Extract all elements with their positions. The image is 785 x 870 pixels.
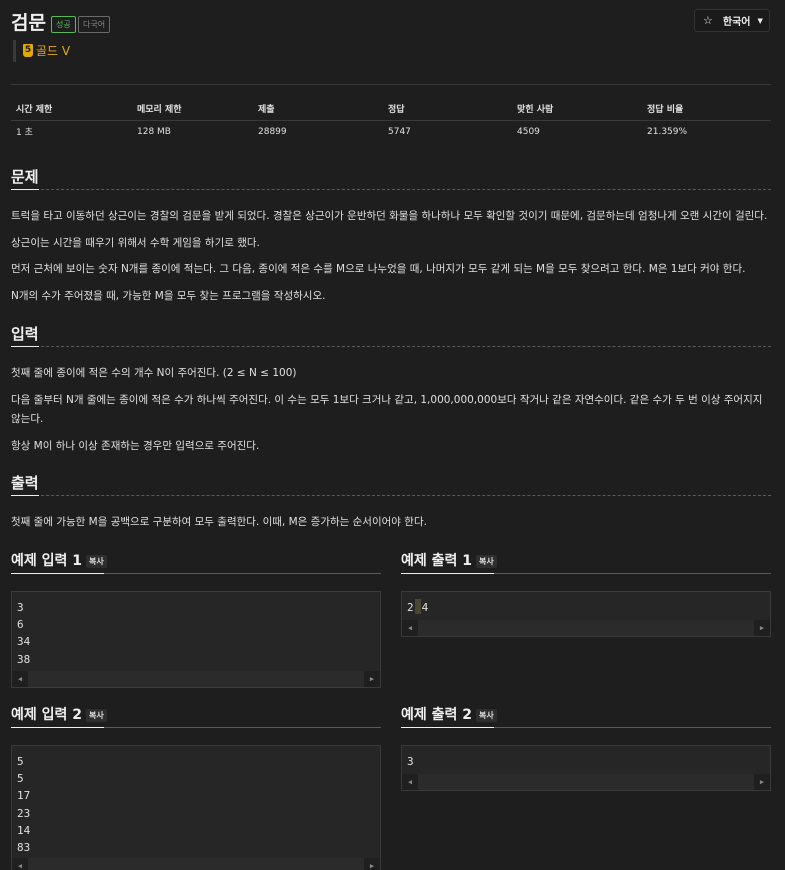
copy-button[interactable]: 복사 [86, 708, 107, 722]
table-cell[interactable]: 4509 [512, 120, 642, 143]
sample-divider [401, 727, 771, 728]
table-row: 1 초 128 MB 28899 5747 4509 21.359% [11, 120, 771, 143]
header-divider [11, 84, 771, 85]
code-line: 5 [17, 772, 24, 786]
code-text: 2 [407, 601, 414, 614]
status-badge-success: 성공 [51, 16, 76, 33]
code-line: 3 [407, 755, 414, 768]
sample-title: 예제 출력 2 [401, 707, 473, 723]
sample-output-2-box[interactable]: 3 ◀ ▶ [401, 745, 771, 791]
sample-divider [11, 573, 381, 574]
sample-divider [401, 573, 771, 574]
sample-output-2-heading: 예제 출력 2 복사 [401, 704, 497, 724]
problem-info-table: 시간 제한 메모리 제한 제출 정답 맞힌 사람 정답 비율 1 초 128 M… [11, 97, 771, 143]
tier-divider [13, 40, 16, 62]
horizontal-scrollbar[interactable]: ◀ ▶ [12, 671, 380, 687]
chevron-down-icon: ▼ [757, 16, 763, 25]
status-badge-multilang: 다국어 [78, 16, 111, 33]
sample-input-1-heading: 예제 입력 1 복사 [11, 550, 107, 570]
table-cell[interactable]: 5747 [383, 120, 512, 143]
tier-label[interactable]: 골드 V [36, 42, 70, 59]
input-paragraph: 다음 줄부터 N개 줄에는 종이에 적은 수가 하나씩 주어진다. 이 수는 모… [11, 394, 763, 425]
sample-divider [11, 727, 381, 728]
table-header-cell: 정답 비율 [642, 97, 771, 121]
section-heading-problem: 문제 [11, 168, 39, 186]
problem-paragraph: 상근이는 시간을 때우기 위해서 수학 게임을 하기로 했다. [11, 237, 260, 249]
code-line: 83 [17, 840, 31, 854]
problem-paragraph: 먼저 근처에 보이는 숫자 N개를 종이에 적는다. 그 다음, 종이에 적은 … [11, 263, 746, 275]
code-line: 6 [17, 618, 24, 632]
section-heading-output: 출력 [11, 474, 39, 492]
copy-button[interactable]: 복사 [476, 708, 497, 722]
table-cell[interactable]: 28899 [253, 120, 383, 143]
scrollbar-track[interactable] [418, 620, 754, 636]
scroll-right-icon[interactable]: ▶ [754, 778, 770, 786]
scroll-left-icon[interactable]: ◀ [12, 862, 28, 870]
scroll-right-icon[interactable]: ▶ [754, 624, 770, 632]
section-divider [11, 495, 771, 496]
code-line: 14 [17, 823, 31, 837]
section-divider [11, 189, 771, 190]
scroll-left-icon[interactable]: ◀ [12, 675, 28, 683]
code-text: 4 [421, 601, 429, 614]
scroll-right-icon[interactable]: ▶ [364, 862, 380, 870]
scrollbar-track[interactable] [28, 671, 364, 687]
code-line: 24 [407, 599, 765, 616]
sample-output-1-box[interactable]: 24 ◀ ▶ [401, 591, 771, 637]
scroll-left-icon[interactable]: ◀ [402, 624, 418, 632]
table-header-row: 시간 제한 메모리 제한 제출 정답 맞힌 사람 정답 비율 [11, 97, 771, 121]
output-paragraph: 첫째 줄에 가능한 M을 공백으로 구분하여 모두 출력한다. 이때, M은 증… [11, 516, 427, 528]
sample-input-2-box[interactable]: 5 5 17 23 14 83 ◀ ▶ [11, 745, 381, 870]
code-line: 23 [17, 806, 31, 820]
problem-title: 검문 [11, 12, 46, 34]
table-header-cell[interactable]: 맞힌 사람 [512, 97, 642, 121]
code-line: 38 [17, 652, 31, 666]
table-header-cell: 메모리 제한 [132, 97, 253, 121]
code-line: 5 [17, 755, 24, 768]
problem-paragraph: N개의 수가 주어졌을 때, 가능한 M을 모두 찾는 프로그램을 작성하시오. [11, 290, 326, 302]
code-line: 17 [17, 789, 31, 803]
input-paragraph: 항상 M이 하나 이상 존재하는 경우만 입력으로 주어진다. [11, 440, 260, 452]
horizontal-scrollbar[interactable]: ◀ ▶ [12, 858, 380, 870]
section-heading-input: 입력 [11, 325, 39, 343]
scroll-left-icon[interactable]: ◀ [402, 778, 418, 786]
sample-title: 예제 입력 1 [11, 553, 83, 569]
copy-button[interactable]: 복사 [476, 554, 497, 568]
language-label: 한국어 [722, 17, 751, 28]
language-select-button[interactable]: ☆ 한국어 ▼ [694, 9, 770, 32]
horizontal-scrollbar[interactable]: ◀ ▶ [402, 620, 770, 636]
table-header-cell[interactable]: 제출 [253, 97, 383, 121]
scroll-right-icon[interactable]: ▶ [364, 675, 380, 683]
text-cursor [414, 599, 421, 614]
sample-output-1-heading: 예제 출력 1 복사 [401, 550, 497, 570]
sample-title: 예제 출력 1 [401, 553, 473, 569]
star-icon[interactable]: ☆ [703, 14, 713, 27]
table-cell: 21.359% [647, 126, 688, 137]
table-cell: 1 초 [16, 128, 33, 139]
sample-input-2-heading: 예제 입력 2 복사 [11, 704, 107, 724]
problem-paragraph: 트럭을 타고 이동하던 상근이는 경찰의 검문을 받게 되었다. 경찰은 상근이… [11, 210, 768, 222]
sample-input-1-box[interactable]: 3 6 34 38 ◀ ▶ [11, 591, 381, 688]
sample-title: 예제 입력 2 [11, 707, 83, 723]
table-cell: 128 MB [137, 126, 171, 137]
scrollbar-track[interactable] [418, 774, 754, 790]
table-header-cell: 시간 제한 [11, 97, 132, 121]
scrollbar-track[interactable] [28, 858, 364, 870]
tier-icon: 5 [23, 44, 33, 57]
section-divider [11, 346, 771, 347]
copy-button[interactable]: 복사 [86, 554, 107, 568]
table-header-cell[interactable]: 정답 [383, 97, 512, 121]
horizontal-scrollbar[interactable]: ◀ ▶ [402, 774, 770, 790]
code-line: 3 [17, 601, 24, 614]
code-line: 34 [17, 635, 31, 649]
input-paragraph: 첫째 줄에 종이에 적은 수의 개수 N이 주어진다. (2 ≤ N ≤ 100… [11, 367, 297, 379]
